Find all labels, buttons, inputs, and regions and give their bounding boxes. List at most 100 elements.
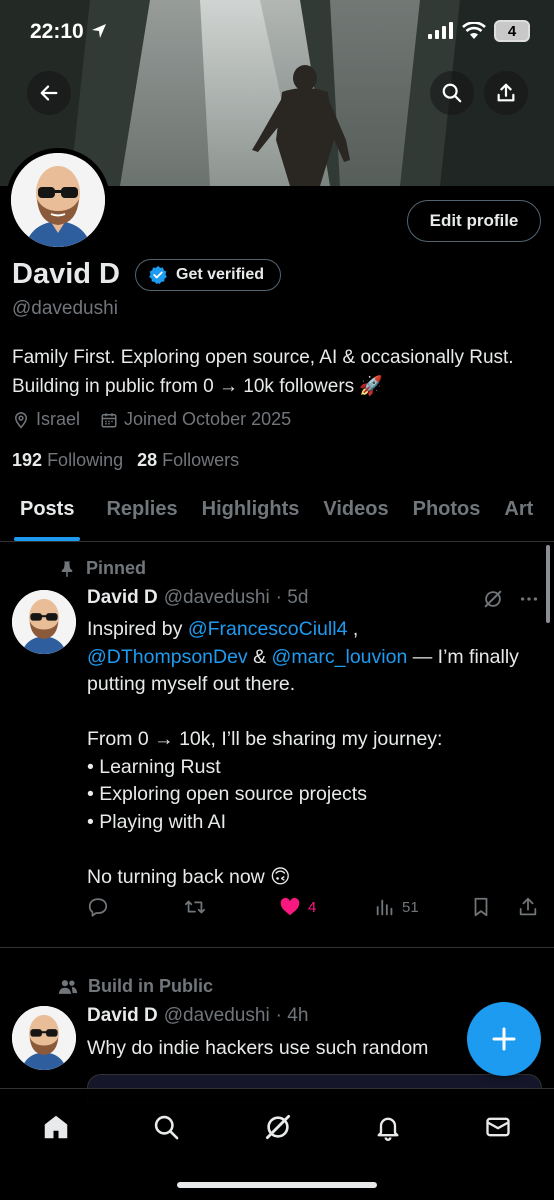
nav-explore[interactable] <box>146 1107 186 1147</box>
profile-meta: Israel Joined October 2025 <box>12 409 311 430</box>
post-text: Inspired by <box>87 618 188 640</box>
profile-tabs: Posts Replies Highlights Videos Photos A… <box>0 490 554 542</box>
post-share-button[interactable] <box>517 896 539 918</box>
avatar <box>11 153 105 247</box>
following-link[interactable]: 192 Following <box>12 450 123 471</box>
post-header: David D @davedushi · 5d <box>87 587 308 609</box>
bookmark-button[interactable] <box>470 896 492 918</box>
nav-messages[interactable] <box>478 1107 518 1147</box>
community-label: Build in Public <box>88 976 213 996</box>
arrow-left-icon <box>40 85 58 101</box>
get-verified-button[interactable]: Get verified <box>135 259 282 291</box>
verified-badge-icon <box>149 265 167 284</box>
views-button[interactable]: 51 <box>374 896 419 918</box>
mention-link[interactable]: @FrancescoCiull4 <box>188 618 348 640</box>
post-top-actions <box>482 588 540 610</box>
back-button[interactable] <box>27 71 71 115</box>
post-avatar[interactable] <box>12 1006 76 1070</box>
battery-indicator: 4 <box>494 20 530 42</box>
profile-bio: Family First. Exploring open source, AI … <box>12 347 514 397</box>
cellular-signal-icon <box>428 22 453 39</box>
home-icon <box>44 1115 68 1139</box>
post-line: @DThompsonDev & @marc_louvion — I’m fina… <box>87 644 537 699</box>
tab-replies[interactable]: Replies <box>94 490 189 541</box>
post-text: & <box>247 645 272 668</box>
post-author[interactable]: David D <box>87 1005 158 1027</box>
follow-counts: 192 Following 28 Followers <box>12 450 239 471</box>
calendar-icon <box>101 412 117 427</box>
tab-articles[interactable]: Art <box>492 490 545 541</box>
clock: 22:10 <box>30 20 84 43</box>
repost-icon <box>184 900 206 914</box>
like-count: 4 <box>308 898 317 916</box>
profile-avatar[interactable] <box>6 148 110 252</box>
post-bullet: • Exploring open source projects <box>87 783 367 805</box>
post-author[interactable]: David D <box>87 587 158 609</box>
post-text: , <box>347 618 359 640</box>
like-button[interactable]: 4 <box>278 896 316 918</box>
nav-grok[interactable] <box>258 1107 298 1147</box>
reply-button[interactable] <box>87 896 109 918</box>
bookmark-icon <box>474 897 488 917</box>
tab-videos[interactable]: Videos <box>311 490 400 541</box>
profile-handle: @davedushi <box>12 298 118 319</box>
location: Israel <box>12 409 80 430</box>
pinned-post[interactable]: Pinned David D @davedushi · 5d Inspired … <box>0 548 554 948</box>
post-action-row: 4 51 <box>87 896 542 926</box>
followers-link[interactable]: 28 Followers <box>137 450 239 471</box>
status-bar: 22:10 4 <box>0 0 554 64</box>
views-chart-icon <box>376 899 393 916</box>
bell-icon <box>377 1117 399 1141</box>
location-text: Israel <box>36 409 81 429</box>
post-avatar[interactable] <box>12 590 76 654</box>
repost-button[interactable] <box>183 896 207 918</box>
nav-notifications[interactable] <box>368 1107 408 1147</box>
pin-icon <box>61 561 73 577</box>
join-date-text: Joined October 2025 <box>124 409 292 429</box>
wifi-icon <box>462 22 486 39</box>
more-options-icon[interactable] <box>518 588 540 610</box>
location-arrow-icon <box>91 24 106 38</box>
post-body: Inspired by @FrancescoCiull4 , @DThompso… <box>87 616 537 891</box>
following-count: 192 <box>12 450 43 470</box>
search-icon <box>442 83 462 103</box>
post-bullet: • Playing with AI <box>87 810 227 833</box>
memoji-avatar-image <box>12 1006 76 1070</box>
envelope-icon <box>486 1117 510 1137</box>
tab-photos[interactable]: Photos <box>401 490 493 541</box>
status-time: 22:10 <box>30 20 108 44</box>
compose-post-button[interactable] <box>467 1002 541 1076</box>
share-button[interactable] <box>484 71 528 115</box>
location-pin-icon <box>14 411 28 429</box>
home-indicator[interactable] <box>177 1182 377 1188</box>
share-icon <box>497 83 515 102</box>
tab-posts[interactable]: Posts <box>0 490 94 541</box>
tab-highlights[interactable]: Highlights <box>190 490 312 541</box>
memoji-avatar-image <box>12 590 76 654</box>
profile-name: David D <box>12 258 120 290</box>
nav-home[interactable] <box>36 1107 76 1147</box>
mention-link[interactable]: @DThompsonDev <box>87 646 248 668</box>
post-time: · 5d <box>275 587 309 608</box>
post-time: · 4h <box>275 1005 309 1026</box>
reply-icon <box>88 898 108 917</box>
search-button[interactable] <box>430 71 474 115</box>
battery-level: 4 <box>507 22 517 40</box>
post-spacer <box>87 836 537 864</box>
post-handle[interactable]: @davedushi <box>164 1005 270 1027</box>
grok-icon[interactable] <box>482 588 504 610</box>
followers-count: 28 <box>137 450 158 470</box>
following-label: Following <box>47 450 124 470</box>
post-line: Inspired by @FrancescoCiull4 , <box>87 616 537 644</box>
pinned-label: Pinned <box>86 558 147 578</box>
share-icon <box>519 897 537 916</box>
post-line: From 0 → 10k, I’ll be sharing my journey… <box>87 728 443 750</box>
post-handle[interactable]: @davedushi <box>164 587 270 609</box>
join-date: Joined October 2025 <box>100 409 291 430</box>
mention-link[interactable]: @marc_louvion <box>272 646 408 668</box>
post-bullet: • Learning Rust <box>87 755 221 778</box>
memoji-avatar-image <box>11 153 105 247</box>
pinned-context: Pinned <box>58 558 146 579</box>
post-header: David D @davedushi · 4h <box>87 1005 308 1027</box>
edit-profile-button[interactable]: Edit profile <box>407 200 541 242</box>
